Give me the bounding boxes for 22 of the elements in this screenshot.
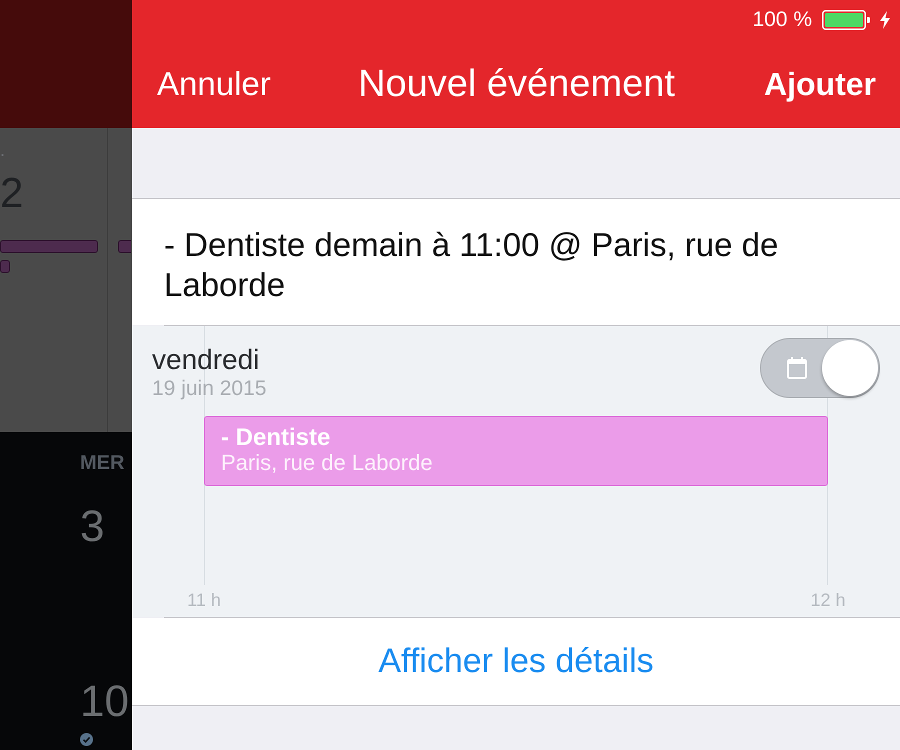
- event-bar: [0, 260, 10, 273]
- hour-label: 11 h: [187, 589, 221, 612]
- day-number: 3: [80, 502, 104, 552]
- weekday-heading: MER: [80, 453, 124, 473]
- hour-label: 12 h: [810, 589, 846, 612]
- battery-percent: 100 %: [752, 8, 812, 32]
- calendar-toggle[interactable]: [760, 338, 880, 398]
- cancel-button[interactable]: Annuler: [157, 64, 271, 104]
- event-bar: [118, 240, 131, 253]
- screen-title: Nouvel événement: [358, 63, 675, 105]
- event-input-field[interactable]: - Dentiste demain à 11:00 @ Paris, rue de Laborde: [132, 199, 900, 325]
- day-heading: .: [0, 139, 6, 161]
- weekday-label: vendredi: [152, 345, 260, 375]
- day-number: 10: [80, 677, 129, 727]
- check-icon: [80, 733, 93, 746]
- battery-icon: [822, 10, 870, 30]
- add-button[interactable]: Ajouter: [764, 64, 876, 104]
- event-location: Paris, rue de Laborde: [221, 451, 433, 475]
- calendar-icon: [787, 357, 807, 379]
- event-title: - Dentiste: [221, 425, 330, 451]
- date-label: 19 juin 2015: [152, 377, 266, 401]
- details-button[interactable]: Afficher les détails: [132, 618, 900, 705]
